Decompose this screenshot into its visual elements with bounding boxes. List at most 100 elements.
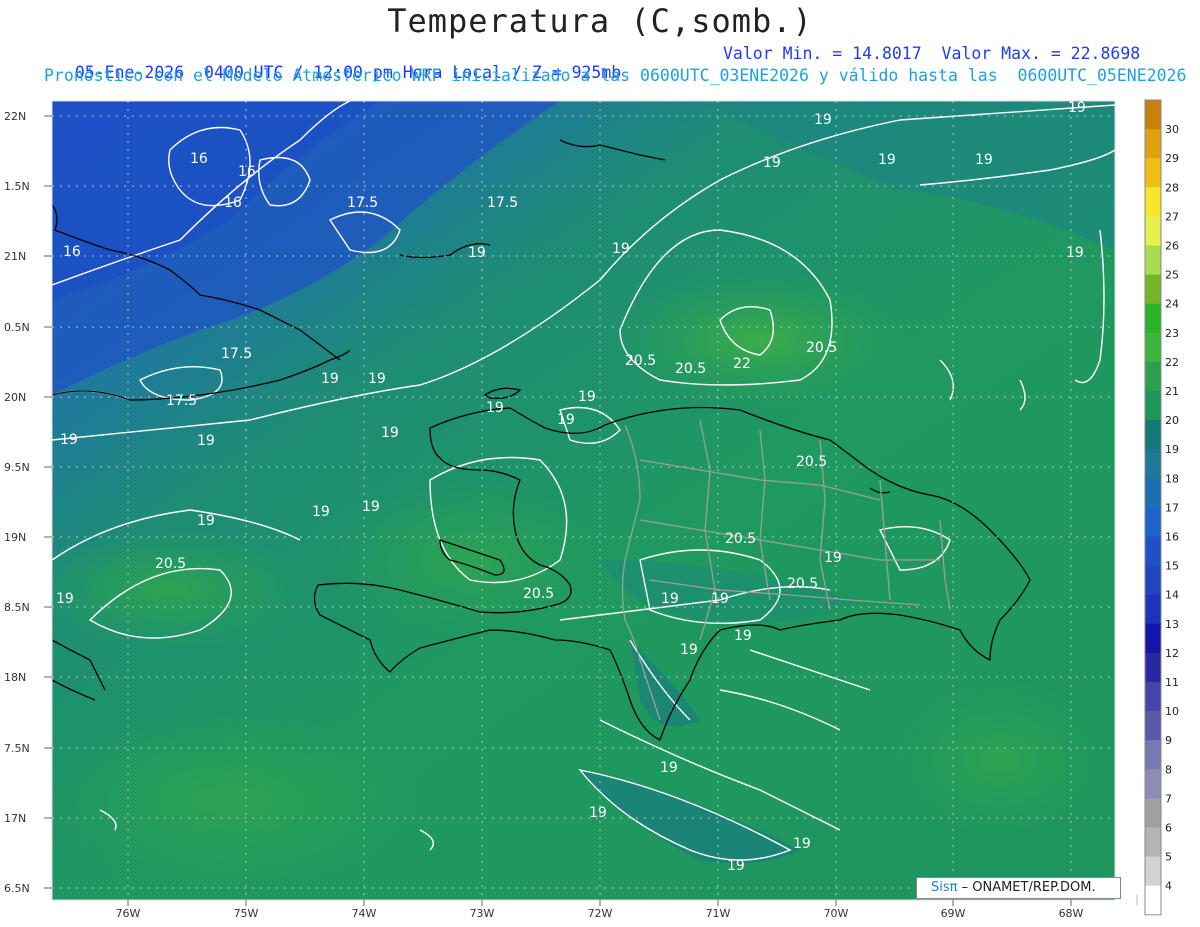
legend-swatch [1145,652,1161,683]
contour-label: 20.5 [725,531,756,547]
legend-value: 5 [1165,851,1172,864]
legend-swatch [1145,856,1161,887]
contour-label: 17.5 [347,195,378,211]
lat-label: 22N [4,110,26,123]
lat-label: 20N [4,391,26,404]
lon-label: 74W [352,907,377,920]
contour-label: 20.5 [675,361,706,377]
contour-label: 19 [793,836,811,852]
contour-label: 19 [975,152,993,168]
legend-swatch [1145,682,1161,712]
contour-label: 19 [1066,245,1084,261]
lon-label: 71W [706,907,731,920]
contour-label: 19 [60,432,78,448]
lon-ticks [127,900,1072,906]
legend-value: 14 [1165,589,1179,602]
legend-value: 8 [1165,763,1172,776]
legend-value: 16 [1165,531,1179,544]
contour-label: 19 [381,425,399,441]
lat-label: 0.5N [4,321,30,334]
lon-label: 72W [588,907,613,920]
legend-swatch [1145,536,1161,567]
legend-swatch [1145,769,1161,799]
contour-label: 16 [190,151,208,167]
legend-value: 17 [1165,501,1179,514]
legend-swatch [1145,245,1161,276]
contour-label: 16 [63,244,81,260]
contour-label: 19 [197,433,215,449]
legend-value: 27 [1165,210,1179,223]
contour-label: 19 [362,499,380,515]
contour-label: 19 [878,152,896,168]
legend-value: 21 [1165,385,1179,398]
contour-label: 19 [711,591,729,607]
legend-swatch [1145,623,1161,654]
legend-swatch [1145,478,1161,508]
contour-label: 19 [814,112,832,128]
legend-value: 10 [1165,705,1179,718]
lon-label: 75W [234,907,259,920]
lat-label: 6.5N [4,882,30,895]
contour-label: 19 [557,412,575,428]
contour-label: 20.5 [787,576,818,592]
legend-swatch [1145,507,1161,537]
color-scale-legend: 30 29 28 27 26 25 24 23 22 21 20 19 18 17 16 15 14 13 12 11… [1144,99,1179,916]
legend-value: 30 [1165,123,1179,136]
contour-label: 22 [733,356,751,372]
legend-swatch [1145,711,1161,741]
contour-label: 19 [197,513,215,529]
lat-label: 1.5N [4,180,30,193]
legend-swatch [1145,303,1161,334]
contour-label: 20.5 [155,556,186,572]
lat-label: 18N [4,671,26,684]
contour-label: 19 [486,400,504,416]
legend-value: 24 [1165,298,1179,311]
lat-label: 9.5N [4,461,30,474]
temperature-map[interactable]: 16 16 16 16 17.5 17.5 17.5 17.5 19 19 19… [0,0,1200,927]
legend-value: 28 [1165,181,1179,194]
lat-label: 21N [4,250,26,263]
legend-value: 6 [1165,822,1172,835]
plot-area: 16 16 16 16 17.5 17.5 17.5 17.5 19 19 19… [52,101,1115,900]
legend-swatch [1145,449,1161,479]
legend-value: 25 [1165,269,1179,282]
legend-swatch [1145,798,1161,828]
legend-value: 22 [1165,356,1179,369]
credit-box: Sisπ – ONAMET/REP.DOM. [916,877,1121,899]
lat-label: 17N [4,812,26,825]
contour-label: 19 [56,591,74,607]
contour-label: 19 [368,371,386,387]
contour-label: 20.5 [796,454,827,470]
contour-label: 19 [824,550,842,566]
contour-label: 19 [321,371,339,387]
legend-value: 26 [1165,240,1179,253]
lon-label: 70W [824,907,849,920]
legend-swatch [1145,216,1161,246]
contour-label: 19 [468,245,486,261]
legend-value: 9 [1165,734,1172,747]
contour-label: 19 [312,504,330,520]
legend-value: 19 [1165,443,1179,456]
contour-label: 16 [224,195,242,211]
credit-brand: Sisπ [931,880,958,895]
legend-swatch [1145,332,1161,363]
contour-label: 19 [612,241,630,257]
legend-swatch [1145,274,1161,305]
legend-swatch [1145,420,1161,450]
contour-label: 19 [763,155,781,171]
lon-label: 73W [470,907,495,920]
lon-label: 68W [1059,907,1084,920]
lon-label: 76W [116,907,141,920]
legend-swatch [1145,594,1161,625]
lon-axis: 76W 75W 74W 73W 72W 71W 70W 69W 68W [116,907,1084,920]
contour-label: 19 [661,591,679,607]
contour-label: 19 [680,642,698,658]
legend-value: 4 [1165,880,1172,893]
contour-label: 16 [238,164,256,180]
contour-label: 19 [660,760,678,776]
legend-value: 23 [1165,327,1179,340]
legend-value: 12 [1165,647,1179,660]
legend-value: 13 [1165,618,1179,631]
legend-value: 15 [1165,560,1179,573]
legend-swatch [1145,100,1161,130]
